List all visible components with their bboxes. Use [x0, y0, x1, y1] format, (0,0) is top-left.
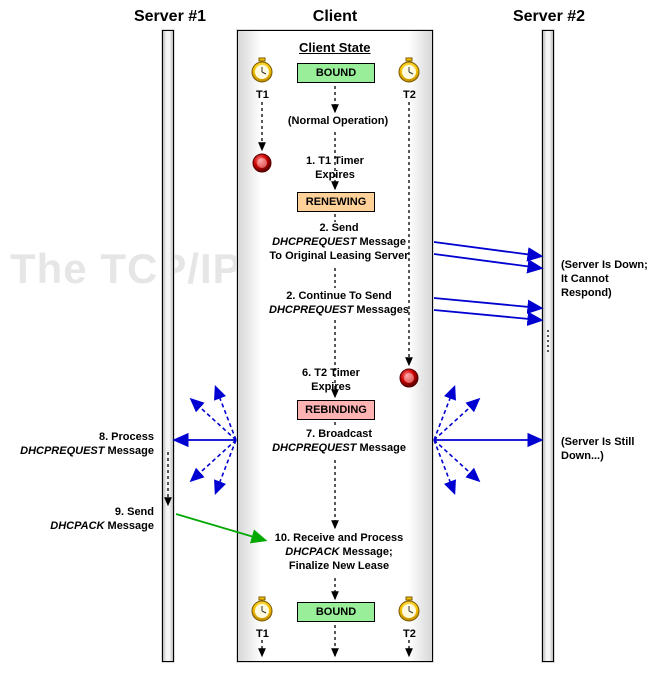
step-normal: (Normal Operation) [283, 115, 393, 129]
step-6: 6. T2 Timer Expires [296, 367, 366, 395]
header-server2: Server #2 [499, 8, 599, 26]
timer-t1-bottom: T1 [256, 628, 269, 642]
step-2b: 2. Continue To SendDHCPREQUEST Messages [266, 290, 412, 318]
note-server-still-down: (Server Is Still Down...) [561, 436, 663, 464]
diagram-canvas: The TCP/IP Guide Server #1 Client Server… [0, 0, 666, 676]
note-step-9: 9. SendDHCPACK Message [44, 506, 154, 534]
state-rebinding: REBINDING [297, 400, 375, 420]
step-1: 1. T1 Timer Expires [295, 155, 375, 183]
state-bound-top: BOUND [297, 63, 375, 83]
note-server-down: (Server Is Down;It Cannot Respond) [561, 259, 661, 300]
broadcast-right [434, 388, 540, 492]
timer-t2-bottom: T2 [403, 628, 416, 642]
step-2: 2. SendDHCPREQUEST MessageTo Original Le… [266, 222, 412, 263]
state-renewing: RENEWING [297, 192, 375, 212]
lane-server1 [162, 30, 174, 662]
client-state-title: Client State [299, 40, 371, 55]
state-bound-bottom: BOUND [297, 602, 375, 622]
timer-t2-top: T2 [403, 89, 416, 103]
broadcast-left [176, 388, 236, 492]
header-server1: Server #1 [120, 8, 220, 26]
timer-t1-top: T1 [256, 89, 269, 103]
header-client: Client [305, 8, 365, 26]
note-step-8: 8. ProcessDHCPREQUEST Message [14, 431, 154, 459]
lane-server2 [542, 30, 554, 662]
step-7: 7. BroadcastDHCPREQUEST Message [266, 428, 412, 456]
step-10: 10. Receive and ProcessDHCPACK Message;F… [266, 532, 412, 573]
